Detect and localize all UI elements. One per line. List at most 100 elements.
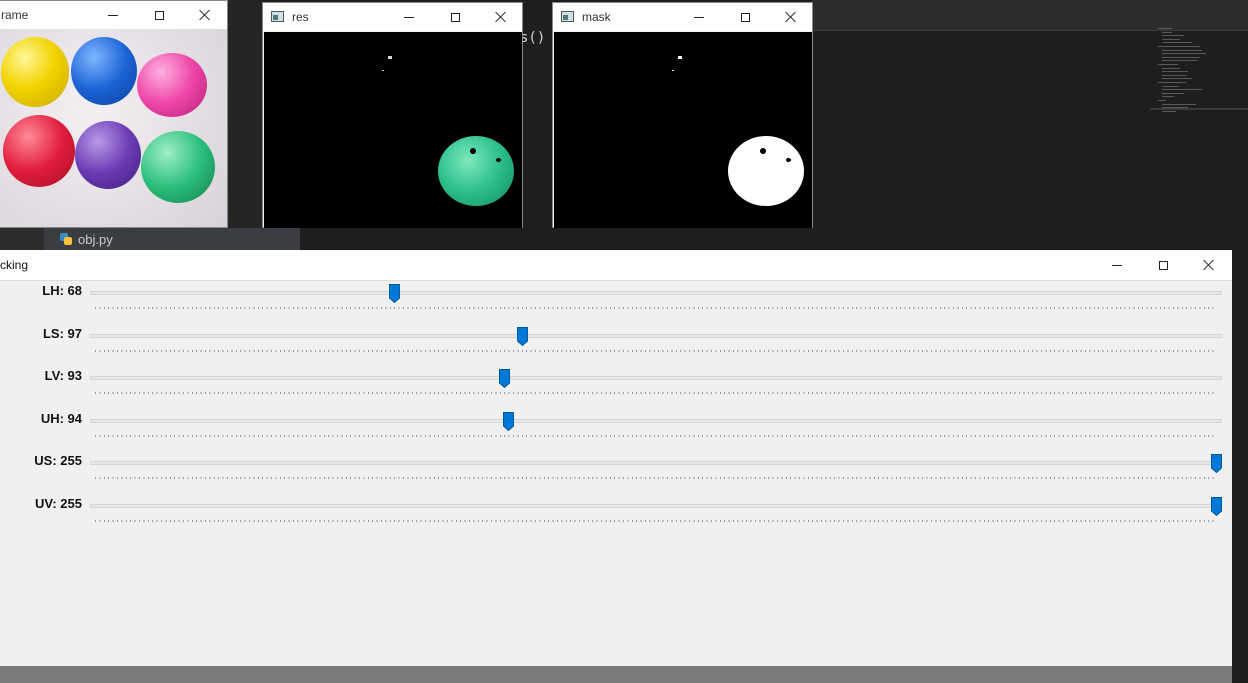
frame-titlebar[interactable]: rame xyxy=(0,1,227,29)
trackbar-thumb[interactable] xyxy=(1210,454,1222,473)
minimap-line xyxy=(1162,31,1172,33)
minimap-line xyxy=(1162,42,1192,44)
window-title: mask xyxy=(582,10,611,24)
app-window-icon xyxy=(271,11,284,22)
minimap-line xyxy=(1158,64,1178,65)
close-button[interactable] xyxy=(781,7,801,27)
purple-ball xyxy=(75,121,141,189)
maximize-button[interactable] xyxy=(1153,255,1173,275)
trackbar-channel[interactable] xyxy=(90,418,1222,423)
trackbar-ticks xyxy=(95,392,1217,394)
maximize-icon xyxy=(740,12,750,22)
close-button[interactable] xyxy=(195,5,215,25)
minimap-line xyxy=(1162,49,1202,51)
editor-minimap[interactable] xyxy=(1158,28,1218,118)
minimap-line xyxy=(1158,28,1172,29)
editor-background-strip xyxy=(1232,250,1248,683)
trackbar-label: UV: 255 xyxy=(35,495,82,511)
noise-speck xyxy=(382,70,384,71)
trackbar-ticks xyxy=(95,349,1217,352)
trackbar-label: LS: 97 xyxy=(42,325,82,341)
python-file-icon xyxy=(60,233,72,245)
minimap-line xyxy=(1162,35,1184,37)
trackbar-channel[interactable] xyxy=(90,291,1222,295)
frame-window: rame xyxy=(0,0,228,228)
close-button[interactable] xyxy=(491,7,511,27)
mask-hole xyxy=(760,148,766,154)
minimap-line xyxy=(1162,110,1176,112)
res-titlebar[interactable]: res xyxy=(263,3,522,31)
minimap-line xyxy=(1162,53,1206,55)
code-fragment: s() xyxy=(520,30,546,46)
tracking-titlebar[interactable]: cking xyxy=(0,250,1232,281)
mask-image xyxy=(554,32,812,228)
close-icon xyxy=(495,11,507,23)
minimize-icon xyxy=(694,16,704,18)
minimap-line xyxy=(1162,60,1198,62)
maximize-button[interactable] xyxy=(149,5,169,25)
tab-label: obj.py xyxy=(78,231,113,247)
minimize-icon xyxy=(108,14,118,16)
mask-blob xyxy=(728,136,804,206)
trackbar-ticks xyxy=(95,307,1217,309)
minimize-button[interactable] xyxy=(103,5,123,25)
tab-obj-py[interactable]: obj.py xyxy=(44,228,300,250)
trackbar-thumb[interactable] xyxy=(1210,496,1222,516)
maximize-button[interactable] xyxy=(445,7,465,27)
mask-hole xyxy=(496,158,501,162)
yellow-ball xyxy=(1,37,69,107)
close-button[interactable] xyxy=(1199,255,1219,275)
trackbar-label: UH: 94 xyxy=(40,410,82,426)
minimap-line xyxy=(1162,96,1174,98)
masked-green-ball xyxy=(438,136,514,206)
green-ball xyxy=(141,131,215,203)
minimize-button[interactable] xyxy=(689,7,709,27)
trackbar-label: LV: 93 xyxy=(44,368,82,383)
trackbar-thumb[interactable] xyxy=(389,284,401,303)
maximize-icon xyxy=(1158,260,1168,270)
minimap-line xyxy=(1162,103,1196,105)
trackbar-channel[interactable] xyxy=(90,376,1222,380)
minimap-line xyxy=(1162,67,1180,69)
trackbar-thumb[interactable] xyxy=(498,369,510,388)
minimize-icon xyxy=(404,16,414,18)
maximize-icon xyxy=(450,12,460,22)
close-icon xyxy=(199,9,211,21)
tracking-window: cking LH: 68 LS: 97 LV: 93 UH: 94 US: 255 UV:… xyxy=(0,250,1232,683)
minimize-icon xyxy=(1112,264,1122,266)
minimap-line xyxy=(1158,82,1186,83)
close-icon xyxy=(785,11,797,23)
trackbar-channel[interactable] xyxy=(90,503,1222,508)
res-image xyxy=(264,32,522,228)
window-title: res xyxy=(292,10,309,24)
trackbar-label: US: 255 xyxy=(34,453,82,468)
minimize-button[interactable] xyxy=(399,7,419,27)
red-ball xyxy=(3,115,75,187)
minimap-line xyxy=(1162,38,1180,40)
minimize-button[interactable] xyxy=(1107,255,1127,275)
noise-speck xyxy=(388,56,392,59)
trackbar-ticks xyxy=(95,434,1217,437)
minimap-line xyxy=(1162,74,1186,76)
trackbar-channel[interactable] xyxy=(90,461,1222,465)
close-icon xyxy=(1203,259,1215,271)
minimap-line xyxy=(1162,71,1188,73)
maximize-button[interactable] xyxy=(735,7,755,27)
noise-speck xyxy=(678,56,682,59)
trackbar-channel[interactable] xyxy=(90,333,1222,338)
minimap-line xyxy=(1158,46,1200,47)
trackbar-thumb[interactable] xyxy=(503,411,515,431)
mask-hole xyxy=(786,158,791,162)
trackbar-ticks xyxy=(95,519,1217,522)
app-window-icon xyxy=(561,11,574,22)
editor-gutter xyxy=(228,0,262,250)
minimap-line xyxy=(1162,92,1184,94)
blue-ball xyxy=(71,37,137,105)
minimap-line xyxy=(1162,78,1192,80)
taskbar-edge xyxy=(0,666,1232,683)
minimap-slider[interactable] xyxy=(1150,108,1248,110)
trackbar-thumb[interactable] xyxy=(516,326,528,346)
trackbar-label: LH: 68 xyxy=(42,283,82,298)
mask-titlebar[interactable]: mask xyxy=(553,3,812,31)
mask-window: mask xyxy=(552,2,813,228)
